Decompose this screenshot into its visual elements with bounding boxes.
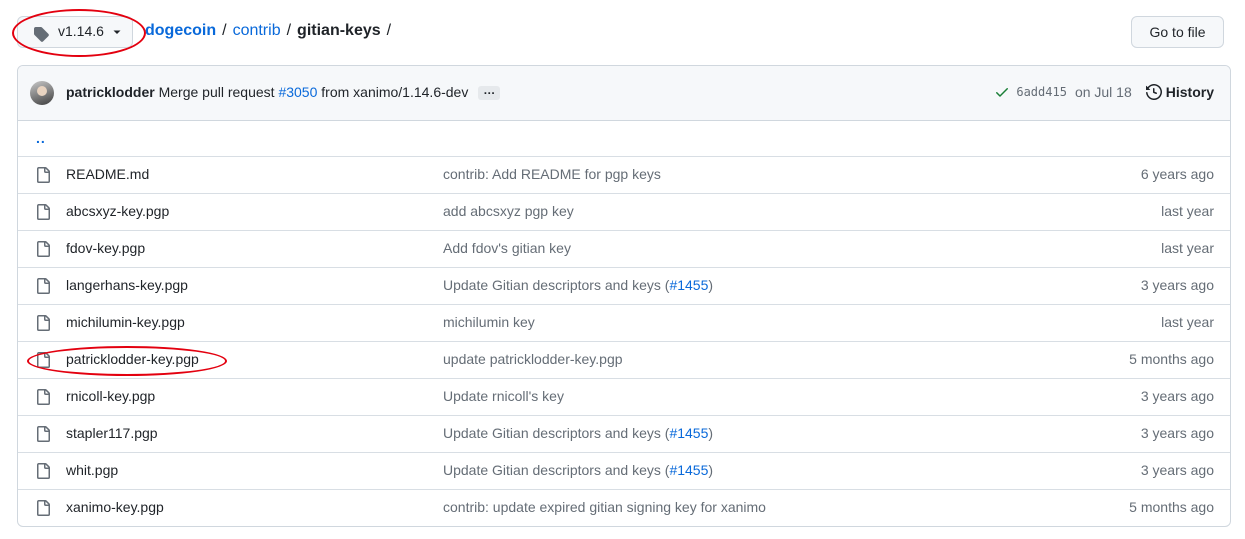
breadcrumb-root-link[interactable]: dogecoin [145,22,216,40]
file-name-link[interactable]: abcsxyz-key.pgp [66,203,169,219]
file-commit-age: 3 years ago [1140,425,1214,441]
breadcrumb-contrib-link[interactable]: contrib [233,22,281,40]
history-icon [1145,84,1162,100]
file-row[interactable]: README.md contrib: Add README for pgp key… [18,157,1230,194]
branch-label: v1.14.6 [58,23,104,39]
branch-selector-button[interactable]: v1.14.6 [17,16,133,48]
commit-date: on Jul 18 [1074,84,1132,100]
file-commit-age: 6 years ago [1140,166,1214,182]
file-commit-text: ) [708,277,714,293]
file-commit-text: ) [708,425,714,441]
expand-commit-button[interactable]: … [478,84,501,101]
commit-author[interactable]: patricklodder [66,84,155,100]
parent-directory-link[interactable]: .. [36,130,46,146]
file-name-link[interactable]: langerhans-key.pgp [66,277,188,293]
file-row[interactable]: patricklodder-key.pgp update patricklodde… [18,342,1230,379]
file-commit-text[interactable]: Update Gitian descriptors and keys ( [443,425,669,441]
file-icon [37,167,50,183]
file-icon [37,389,50,405]
commit-meta: 6add415 on Jul 18 History [994,84,1214,100]
file-commit-message: contrib: update expired gitian signing k… [443,499,766,515]
file-row[interactable]: xanimo-key.pgp contrib: update expired gi… [18,490,1230,526]
file-commit-age: 3 years ago [1140,388,1214,404]
breadcrumb-separator: / [286,22,292,39]
file-name-link[interactable]: rnicoll-key.pgp [66,388,155,404]
file-name-link[interactable]: stapler117.pgp [66,425,158,441]
file-row[interactable]: langerhans-key.pgp Update Gitian descript… [18,268,1230,305]
file-icon [37,204,50,220]
file-icon [37,463,50,479]
file-commit-message: Update Gitian descriptors and keys (#145… [443,277,713,293]
file-commit-text[interactable]: add abcsxyz pgp key [443,203,574,219]
file-icon [37,426,50,442]
file-commit-age: 5 months ago [1129,351,1214,367]
file-icon [37,278,50,294]
file-commit-pr-link[interactable]: #1455 [669,277,708,293]
breadcrumb: dogecoin / contrib / gitian-keys / [145,22,397,40]
parent-directory-row[interactable]: .. [18,121,1230,157]
file-name-link[interactable]: fdov-key.pgp [66,240,145,256]
breadcrumb-separator: / [222,22,227,39]
file-row[interactable]: fdov-key.pgp Add fdov's gitian key last ye… [18,231,1230,268]
file-commit-text[interactable]: Update Gitian descriptors and keys ( [443,277,669,293]
file-commit-message: update patricklodder-key.pgp [443,351,623,367]
repo-header: v1.14.6 dogecoin / contrib / gitian-keys… [0,0,1245,64]
file-row[interactable]: whit.pgp Update Gitian descriptors and ke… [18,453,1230,490]
file-commit-text[interactable]: update patricklodder-key.pgp [443,351,623,367]
breadcrumb-current: gitian-keys [297,22,381,39]
file-commit-age: last year [1161,203,1214,219]
breadcrumb-separator: / [386,22,392,39]
go-to-file-button[interactable]: Go to file [1131,16,1224,48]
file-commit-message: Update rnicoll's key [443,388,564,404]
file-commit-age: 5 months ago [1129,499,1214,515]
file-commit-text: ) [708,462,714,478]
file-commit-text[interactable]: Add fdov's gitian key [443,240,571,256]
commit-sha-link[interactable]: 6add415 [1016,85,1067,99]
file-commit-age: last year [1161,314,1214,330]
file-name-link[interactable]: README.md [66,166,149,182]
file-row[interactable]: stapler117.pgp Update Gitian descriptors … [18,416,1230,453]
file-commit-text[interactable]: Update Gitian descriptors and keys ( [443,462,669,478]
file-icon [37,241,50,257]
file-name-link[interactable]: whit.pgp [66,462,118,478]
file-commit-text[interactable]: contrib: Add README for pgp keys [443,166,661,182]
file-name-link[interactable]: michilumin-key.pgp [66,314,185,330]
file-commit-message: contrib: Add README for pgp keys [443,166,661,182]
file-icon [37,352,50,368]
file-commit-message: Add fdov's gitian key [443,240,571,256]
file-commit-message: Update Gitian descriptors and keys (#145… [443,462,713,478]
file-row[interactable]: rnicoll-key.pgp Update rnicoll's key 3 yea… [18,379,1230,416]
file-commit-text[interactable]: contrib: update expired gitian signing k… [443,499,766,515]
file-list: patricklodder Merge pull request #3050 f… [17,65,1231,527]
file-commit-age: last year [1161,240,1214,256]
history-label: History [1165,84,1214,100]
commit-message-text: from xanimo/1.14.6-dev [321,84,469,100]
commit-pr-link[interactable]: #3050 [278,84,317,100]
file-commit-message: Update Gitian descriptors and keys (#145… [443,425,713,441]
file-name-link[interactable]: xanimo-key.pgp [66,499,164,515]
file-icon [37,500,50,516]
file-commit-pr-link[interactable]: #1455 [669,425,708,441]
latest-commit-bar: patricklodder Merge pull request #3050 f… [18,66,1230,121]
check-icon[interactable] [994,84,1010,100]
commit-message-text: Merge pull request [158,84,275,100]
file-name-link[interactable]: patricklodder-key.pgp [66,351,199,367]
chevron-down-icon [113,30,121,34]
file-commit-message: add abcsxyz pgp key [443,203,574,219]
file-row[interactable]: abcsxyz-key.pgp add abcsxyz pgp key last y… [18,194,1230,231]
file-commit-text[interactable]: michilumin key [443,314,535,330]
history-link[interactable]: History [1145,84,1214,100]
file-icon [37,315,50,331]
avatar[interactable] [30,81,54,105]
commit-message: patricklodder Merge pull request #3050 f… [66,84,501,101]
file-row[interactable]: michilumin-key.pgp michilumin key last yea… [18,305,1230,342]
file-commit-text[interactable]: Update rnicoll's key [443,388,564,404]
file-commit-age: 3 years ago [1140,277,1214,293]
file-commit-pr-link[interactable]: #1455 [669,462,708,478]
file-commit-age: 3 years ago [1140,462,1214,478]
file-commit-message: michilumin key [443,314,535,330]
tag-icon [34,27,49,42]
